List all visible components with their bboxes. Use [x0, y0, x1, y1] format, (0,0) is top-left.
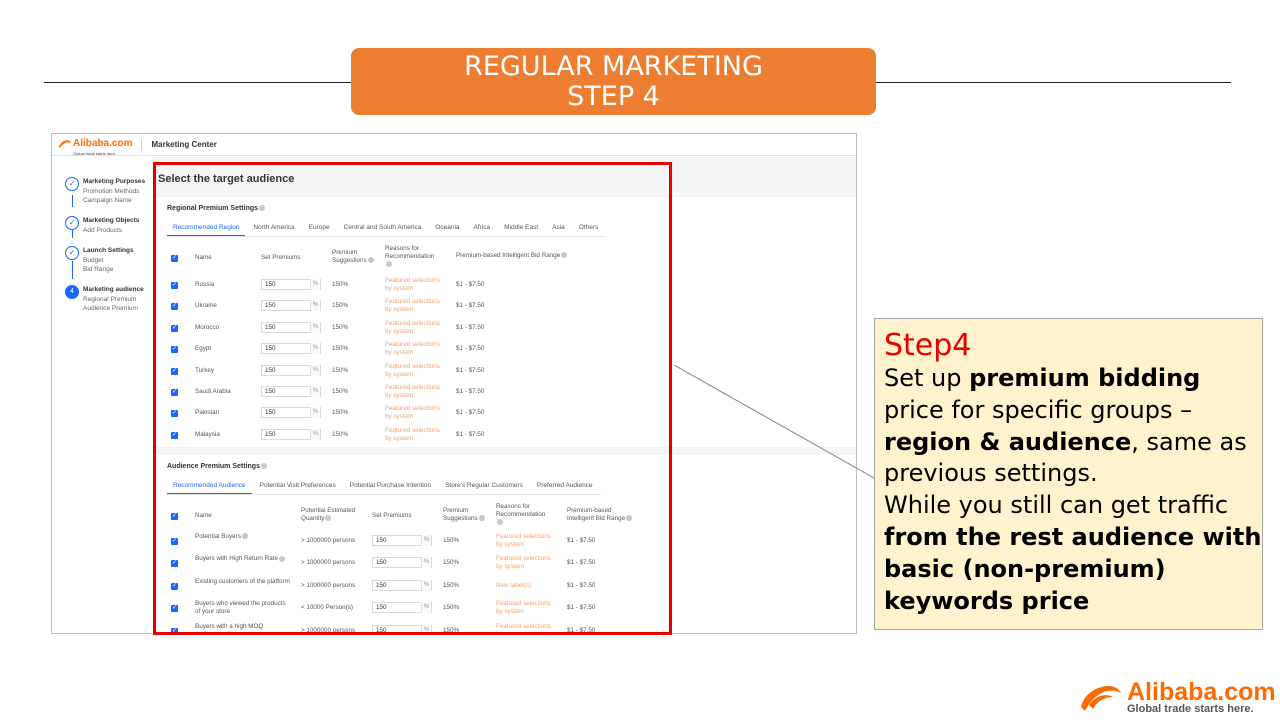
note-text: While you still can get traffic	[884, 491, 1229, 520]
note-bold: region & audience	[884, 427, 1132, 456]
step-note: Step4 Set up premium bidding price for s…	[874, 318, 1263, 630]
note-bold: premium bidding	[969, 364, 1201, 392]
note-text: price for specific groups –	[884, 395, 1193, 424]
note-bold: from the rest audience with basic (non-p…	[884, 522, 1262, 615]
note-paragraph-2: While you still can get traffic from the…	[884, 490, 1262, 617]
footer-logo-word: Alibaba.com	[1127, 678, 1276, 706]
footer-logo-tagline: Global trade starts here.	[1127, 703, 1254, 715]
note-text: Set up	[884, 364, 970, 392]
alibaba-swoosh-icon	[1081, 685, 1121, 711]
note-paragraph-1: Set up premium bidding price for specifi…	[884, 363, 1262, 490]
alibaba-footer-logo: Alibaba.com Global trade starts here.	[1075, 680, 1276, 715]
note-heading: Step4	[884, 328, 972, 363]
